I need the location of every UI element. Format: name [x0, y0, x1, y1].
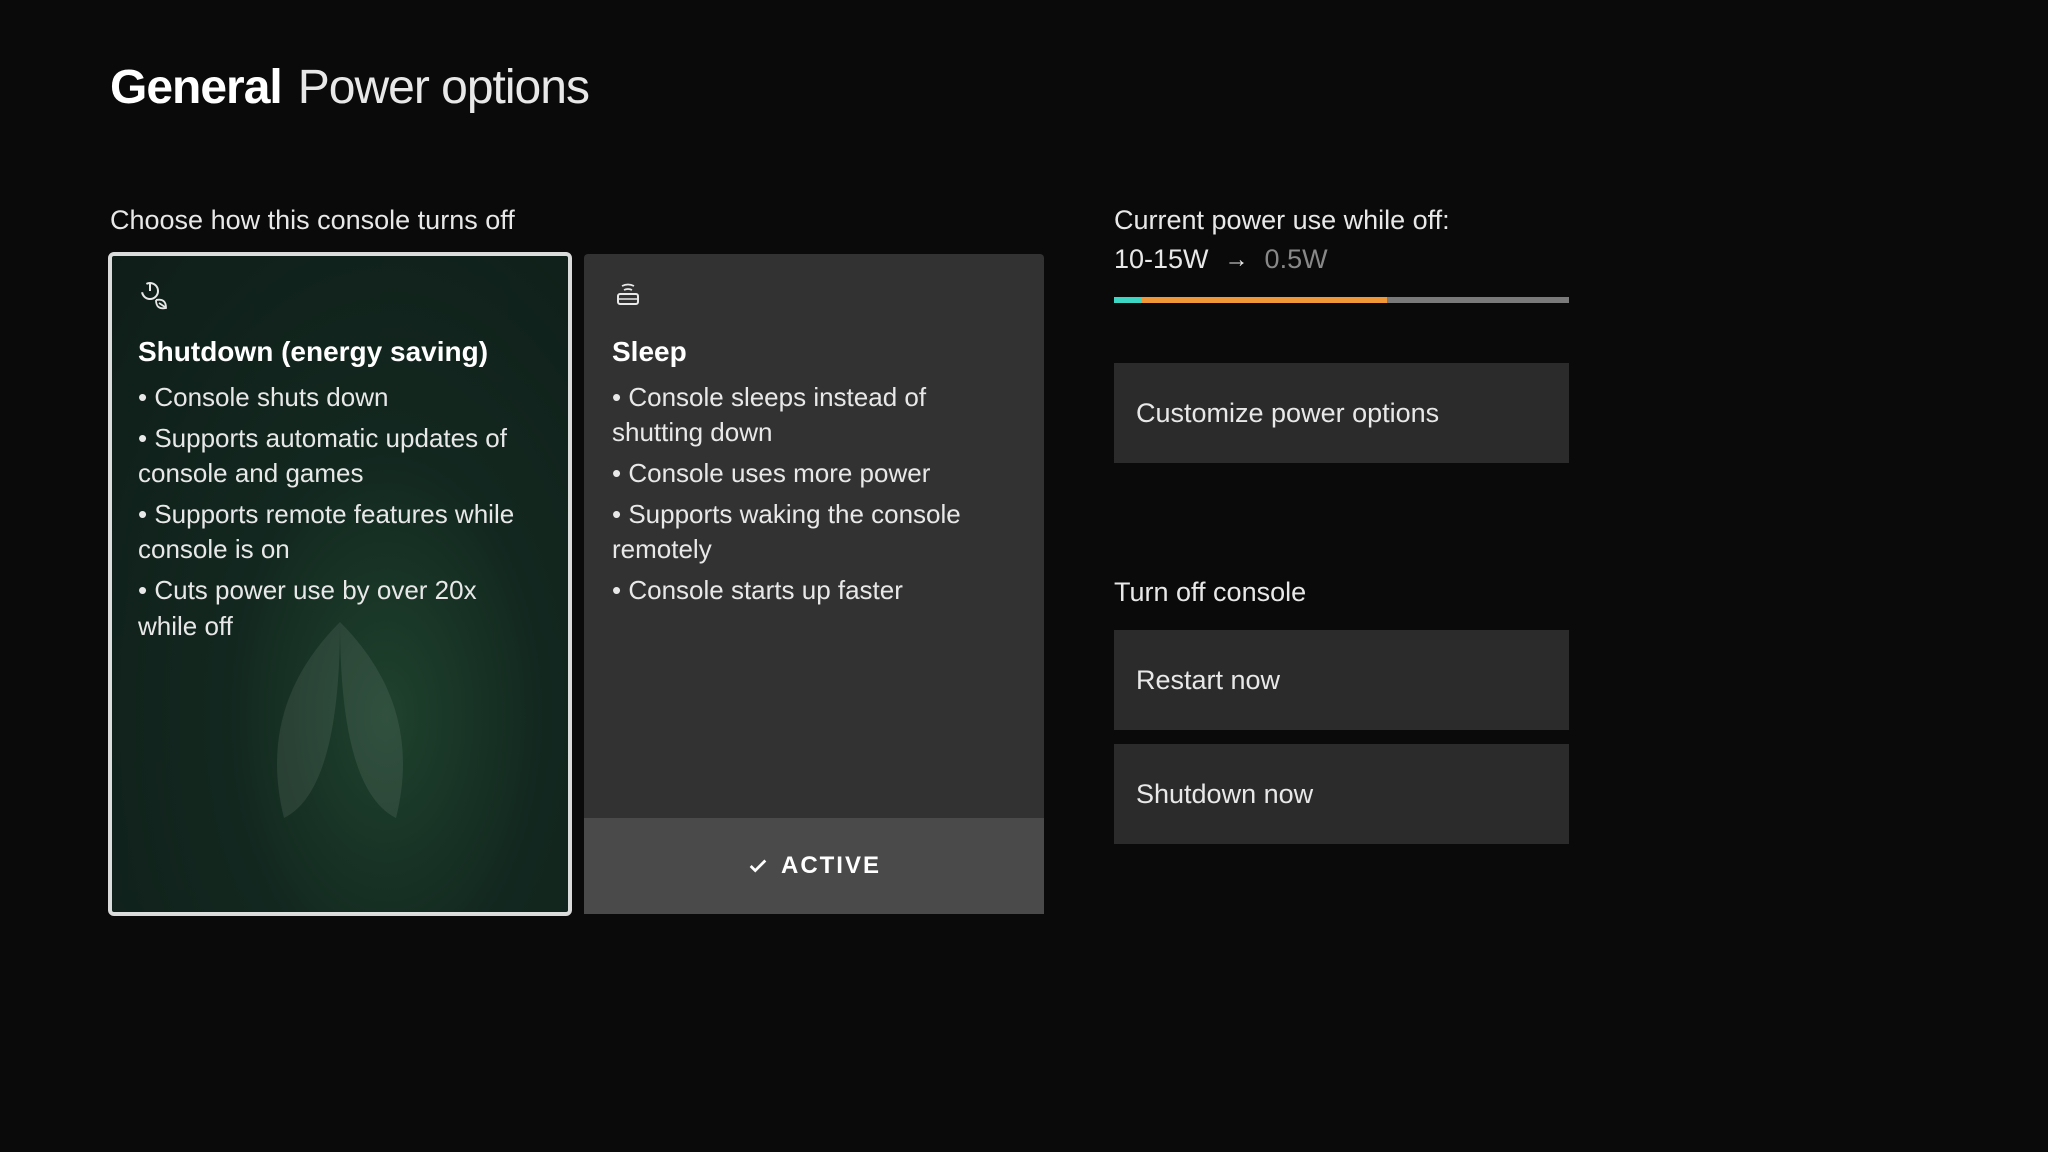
- sleep-card[interactable]: Sleep • Console sleeps instead of shutti…: [584, 254, 1044, 914]
- customize-power-button[interactable]: Customize power options: [1114, 363, 1569, 463]
- shutdown-bullet: • Cuts power use by over 20x while off: [138, 573, 542, 643]
- header-category: General: [110, 60, 282, 115]
- sleep-bullet: • Console uses more power: [612, 456, 1016, 491]
- shutdown-bullet: • Supports remote features while console…: [138, 497, 542, 567]
- shutdown-card[interactable]: Shutdown (energy saving) • Console shuts…: [110, 254, 570, 914]
- shutdown-now-button[interactable]: Shutdown now: [1114, 744, 1569, 844]
- shutdown-bullet: • Supports automatic updates of console …: [138, 421, 542, 491]
- sleep-console-icon: [612, 280, 1016, 316]
- active-label: ACTIVE: [781, 852, 881, 880]
- sleep-bullet: • Supports waking the console remotely: [612, 497, 1016, 567]
- power-to-value: 0.5W: [1265, 244, 1328, 275]
- checkmark-icon: [747, 855, 769, 877]
- power-use-values: 10-15W → 0.5W: [1114, 244, 1569, 275]
- restart-now-button[interactable]: Restart now: [1114, 630, 1569, 730]
- sleep-bullet: • Console sleeps instead of shutting dow…: [612, 380, 1016, 450]
- shutdown-bullet: • Console shuts down: [138, 380, 542, 415]
- power-leaf-icon: [138, 280, 542, 316]
- power-usage-bar: [1114, 297, 1569, 303]
- arrow-right-icon: →: [1225, 246, 1249, 274]
- power-use-label: Current power use while off:: [1114, 205, 1569, 236]
- sleep-bullet: • Console starts up faster: [612, 573, 1016, 608]
- choose-label: Choose how this console turns off: [110, 205, 1044, 236]
- header-title: Power options: [298, 60, 589, 115]
- turn-off-label: Turn off console: [1114, 577, 1569, 608]
- sleep-card-title: Sleep: [612, 336, 1016, 368]
- shutdown-card-title: Shutdown (energy saving): [138, 336, 542, 368]
- page-header: General Power options: [110, 60, 1938, 115]
- power-from-value: 10-15W: [1114, 244, 1209, 275]
- active-badge: ACTIVE: [584, 818, 1044, 914]
